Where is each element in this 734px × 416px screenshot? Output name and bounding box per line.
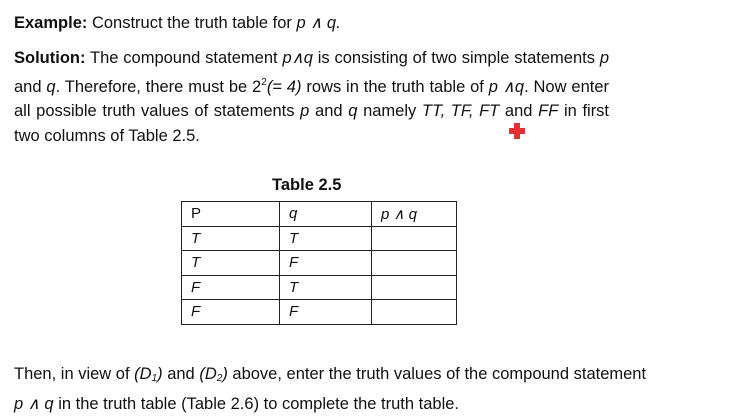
truth-table: P q p ∧ q T T T F F T F F bbox=[181, 201, 457, 325]
formula-p-and-q: p ∧q bbox=[488, 77, 525, 96]
solution-text: and bbox=[14, 77, 47, 96]
header-p: P bbox=[181, 201, 280, 227]
example-label: Example: bbox=[14, 14, 88, 32]
then-paragraph: Then, in view of (D1) and (D2) above, en… bbox=[14, 362, 654, 416]
ref-d2: (D bbox=[199, 365, 217, 383]
then-text: Then, in view of bbox=[14, 365, 135, 383]
solution-text: namely bbox=[357, 102, 422, 120]
table-row: F F bbox=[181, 299, 457, 325]
table-row: F T bbox=[181, 274, 457, 300]
solution-text: is consisting of two simple statements bbox=[312, 49, 600, 67]
solution-text: The compound statement bbox=[85, 49, 283, 67]
truth-pair-ff: FF bbox=[538, 102, 559, 120]
cell-q: T bbox=[279, 225, 372, 251]
cell-q: T bbox=[279, 274, 372, 300]
table-row: T T bbox=[181, 225, 457, 251]
table-caption: Table 2.5 bbox=[272, 176, 342, 194]
table-row: T F bbox=[181, 250, 457, 276]
cell-p: T bbox=[181, 250, 280, 276]
then-text: and bbox=[162, 365, 200, 383]
formula-p-and-q: p ∧ q bbox=[14, 394, 54, 413]
solution-text: and bbox=[309, 102, 349, 120]
cell-p-and-q bbox=[371, 250, 457, 276]
cell-p: F bbox=[181, 299, 280, 325]
then-text: in the truth table (Table 2.6) to comple… bbox=[53, 394, 460, 413]
example-text: Construct the truth table for bbox=[87, 14, 297, 32]
then-text: above, enter the truth values of the com… bbox=[227, 365, 647, 383]
solution-label: Solution: bbox=[14, 49, 86, 67]
header-p-and-q: p ∧ q bbox=[371, 201, 457, 227]
table-header-row: P q p ∧ q bbox=[181, 201, 457, 227]
cell-p: T bbox=[181, 225, 280, 251]
variable-q: q bbox=[46, 77, 56, 96]
ref-d1: (D bbox=[134, 365, 152, 383]
formula-p-and-q: p∧q bbox=[282, 49, 313, 67]
solution-text: . Therefore, there must be 2 bbox=[55, 77, 262, 96]
variable-p: p bbox=[300, 102, 310, 120]
cell-p-and-q bbox=[371, 225, 457, 251]
truth-pairs: TT, TF, FT bbox=[421, 102, 500, 120]
red-plus-icon bbox=[509, 123, 525, 139]
document-page: Example: Construct the truth table for p… bbox=[0, 0, 734, 413]
solution-text: and bbox=[499, 102, 539, 120]
cell-p-and-q bbox=[371, 274, 457, 300]
variable-p: p bbox=[599, 49, 609, 67]
solution-equals-four: (= 4) bbox=[266, 77, 302, 96]
cell-p-and-q bbox=[371, 299, 457, 325]
example-formula: p ∧ q. bbox=[296, 14, 341, 32]
cell-q: F bbox=[279, 299, 372, 325]
cell-p: F bbox=[181, 274, 280, 300]
header-q: q bbox=[279, 201, 372, 227]
example-heading: Example: Construct the truth table for p… bbox=[14, 11, 714, 35]
solution-text: rows in the truth table of bbox=[301, 77, 489, 96]
cell-q: F bbox=[279, 250, 372, 276]
